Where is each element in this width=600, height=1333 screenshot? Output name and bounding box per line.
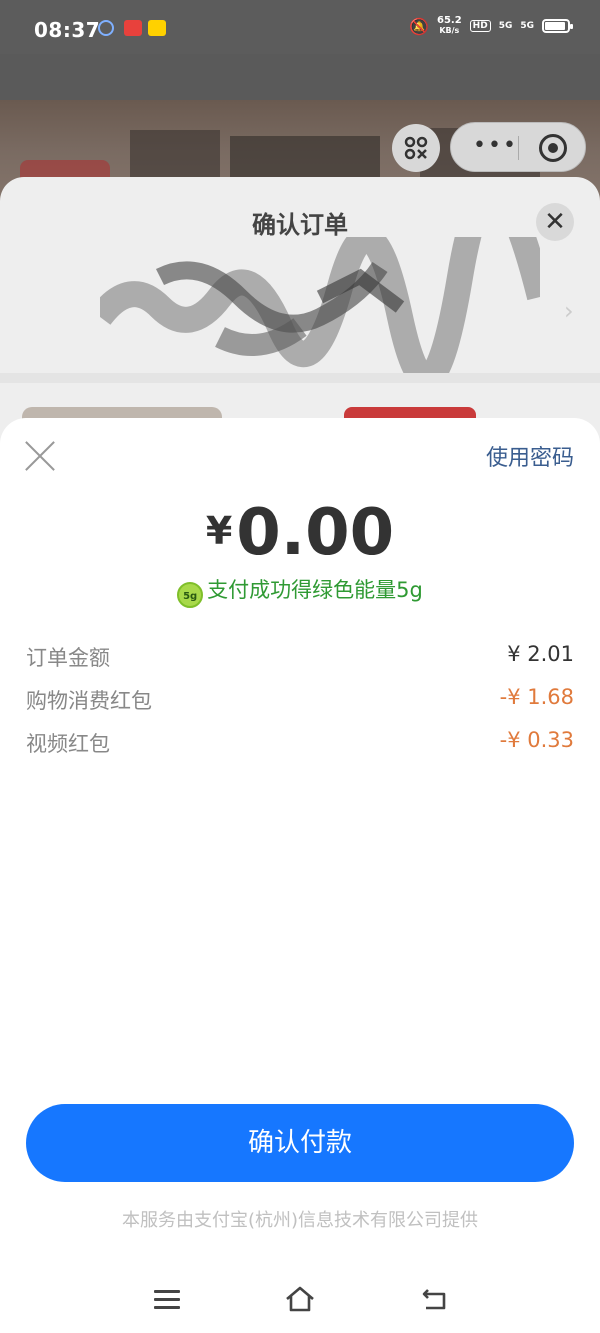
- close-icon[interactable]: [24, 440, 56, 472]
- signal-icon-2: 5G: [520, 21, 534, 31]
- status-indicators: 🔕 65.2 KB/s HD 5G 5G: [409, 15, 573, 36]
- mute-icon: 🔕: [409, 16, 429, 36]
- detail-row-order-amount: 订单金额 ¥ 2.01: [26, 642, 574, 672]
- miniapp-capsule: •••: [450, 122, 586, 172]
- status-time: 08:37: [34, 18, 101, 42]
- detail-value: -¥ 1.68: [499, 685, 574, 709]
- energy-badge-icon: 5g: [177, 582, 204, 608]
- home-icon[interactable]: [284, 1284, 316, 1314]
- detail-row-shopping-coupon: 购物消费红包 -¥ 1.68: [26, 685, 574, 715]
- green-energy-note: 5g 支付成功得绿色能量5g: [0, 574, 600, 608]
- order-close-icon[interactable]: ✕: [536, 203, 574, 241]
- system-nav-bar: [0, 1268, 600, 1333]
- detail-row-video-coupon: 视频红包 -¥ 0.33: [26, 728, 574, 758]
- service-provider-note: 本服务由支付宝(杭州)信息技术有限公司提供: [121, 1210, 479, 1231]
- detail-label: 购物消费红包: [26, 689, 152, 713]
- more-dots-icon[interactable]: •••: [473, 135, 518, 157]
- payment-panel: 使用密码 ¥0.00 5g 支付成功得绿色能量5g 订单金额 ¥ 2.01 购物消…: [0, 418, 600, 1333]
- currency-symbol: ¥: [205, 509, 233, 553]
- detail-value: -¥ 0.33: [499, 728, 574, 752]
- detail-label: 订单金额: [26, 646, 110, 670]
- amount-value: 0.00: [236, 496, 395, 570]
- energy-text: 支付成功得绿色能量5g: [207, 578, 423, 602]
- chevron-right-icon: ›: [564, 297, 574, 325]
- close-miniapp-icon[interactable]: [539, 134, 567, 162]
- signal-icon-1: 5G: [498, 21, 513, 31]
- weibo-notification-icon: [124, 20, 142, 36]
- meituan-notification-icon: [148, 20, 166, 36]
- battery-icon: [542, 19, 573, 33]
- confirm-payment-button[interactable]: 确认付款: [26, 1104, 574, 1182]
- back-icon[interactable]: [420, 1286, 448, 1312]
- hd-badge: HD: [469, 20, 491, 32]
- redacted-scribble: [100, 237, 540, 377]
- order-title: 确认订单: [252, 211, 348, 239]
- detail-label: 视频红包: [26, 732, 110, 756]
- detail-value: ¥ 2.01: [507, 642, 574, 666]
- use-password-link[interactable]: 使用密码: [486, 440, 574, 472]
- qr-scan-icon[interactable]: [392, 124, 440, 172]
- network-speed: 65.2 KB/s: [436, 15, 462, 36]
- menu-icon[interactable]: [154, 1290, 180, 1310]
- status-bar: 08:37 🔕 65.2 KB/s HD 5G 5G: [0, 0, 600, 54]
- payment-amount: ¥0.00: [0, 496, 600, 570]
- app-notification-icon: [98, 20, 114, 36]
